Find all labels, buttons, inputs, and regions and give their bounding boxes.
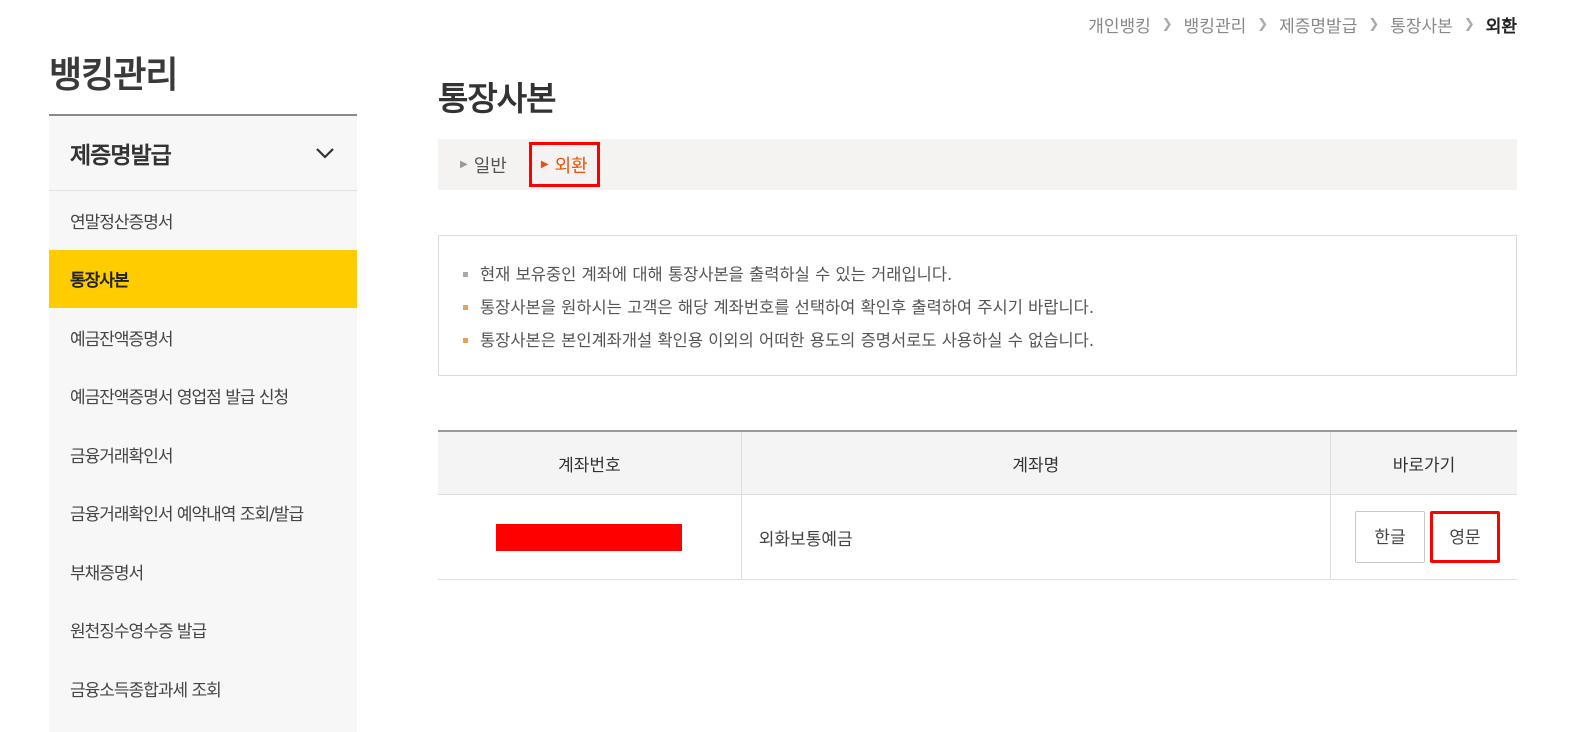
- sidebar-item-withholding-receipt[interactable]: 원천징수영수증 발급: [49, 601, 357, 660]
- column-header-account-name: 계좌명: [740, 431, 1331, 495]
- bullet-icon: [463, 305, 468, 310]
- column-header-shortcut: 바로가기: [1329, 431, 1517, 495]
- redacted-account-number: [496, 523, 683, 551]
- shortcut-cell: 한글 영문: [1329, 494, 1517, 580]
- triangle-right-icon: ▶: [460, 159, 468, 170]
- page-title: 통장사본: [438, 79, 556, 118]
- column-header-account-number: 계좌번호: [438, 431, 742, 495]
- chevron-right-icon: ❯: [1368, 17, 1380, 32]
- breadcrumb-personal-banking[interactable]: 개인뱅킹: [1088, 12, 1151, 37]
- notice-text: 통장사본을 원하시는 고객은 해당 계좌번호를 선택하여 확인후 출력하여 주시…: [480, 298, 1095, 317]
- chevron-right-icon: ❯: [1463, 17, 1475, 32]
- sidebar: 제증명발급 연말정산증명서 통장사본 예금잔액증명서 예금잔액증명서 영업점 발…: [49, 114, 357, 732]
- table-row: 외화보통예금 한글 영문: [438, 494, 1517, 580]
- bullet-icon: [463, 272, 468, 277]
- tab-general[interactable]: ▶ 일반: [454, 142, 513, 187]
- breadcrumb-passbook-copy[interactable]: 통장사본: [1390, 12, 1453, 37]
- tab-bar: ▶ 일반 ▶ 외환: [438, 139, 1517, 190]
- sidebar-item-financial-income-tax[interactable]: 금융소득종합과세 조회: [49, 659, 357, 718]
- chevron-right-icon: ❯: [1257, 17, 1269, 32]
- notice-box: 현재 보유중인 계좌에 대해 통장사본을 출력하실 수 있는 거래입니다. 통장…: [438, 235, 1517, 376]
- notice-line: 통장사본은 본인계좌개설 확인용 이외의 어떠한 용도의 증명서로도 사용하실 …: [463, 324, 1516, 357]
- sidebar-item-year-end-tax[interactable]: 연말정산증명서: [49, 191, 357, 250]
- notice-text: 통장사본은 본인계좌개설 확인용 이외의 어떠한 용도의 증명서로도 사용하실 …: [480, 331, 1095, 350]
- breadcrumb-forex: 외환: [1485, 17, 1517, 37]
- account-number-cell: [438, 494, 742, 580]
- sidebar-item-balance-certificate[interactable]: 예금잔액증명서: [49, 308, 357, 367]
- sidebar-section-certificates[interactable]: 제증명발급: [49, 116, 357, 191]
- english-button[interactable]: 영문: [1430, 511, 1500, 563]
- korean-button[interactable]: 한글: [1355, 511, 1425, 563]
- sidebar-item-balance-branch-request[interactable]: 예금잔액증명서 영업점 발급 신청: [49, 367, 357, 426]
- bullet-icon: [463, 338, 468, 343]
- tab-general-label: 일반: [473, 155, 507, 177]
- chevron-right-icon: ❯: [1161, 17, 1173, 32]
- sidebar-item-transaction-reservation[interactable]: 금융거래확인서 예약내역 조회/발급: [49, 484, 357, 543]
- sidebar-item-passbook-copy[interactable]: 통장사본: [49, 249, 357, 308]
- sidebar-title: 뱅킹관리: [49, 55, 178, 96]
- sidebar-item-debt-certificate[interactable]: 부채증명서: [49, 542, 357, 601]
- table-header-row: 계좌번호 계좌명 바로가기: [438, 431, 1517, 495]
- notice-line: 현재 보유중인 계좌에 대해 통장사본을 출력하실 수 있는 거래입니다.: [463, 258, 1516, 291]
- tab-forex-label: 외환: [554, 155, 588, 177]
- chevron-down-icon: [315, 144, 335, 163]
- sidebar-item-transaction-confirmation[interactable]: 금융거래확인서: [49, 425, 357, 484]
- breadcrumb: 개인뱅킹 ❯ 뱅킹관리 ❯ 제증명발급 ❯ 통장사본 ❯ 외환: [1088, 12, 1517, 37]
- tab-forex[interactable]: ▶ 외환: [528, 142, 600, 187]
- breadcrumb-certificates[interactable]: 제증명발급: [1279, 12, 1357, 37]
- notice-line: 통장사본을 원하시는 고객은 해당 계좌번호를 선택하여 확인후 출력하여 주시…: [463, 291, 1516, 324]
- sidebar-section-label: 제증명발급: [70, 143, 172, 169]
- account-table: 계좌번호 계좌명 바로가기 외화보통예금 한글 영문: [438, 430, 1517, 580]
- triangle-right-icon: ▶: [540, 159, 549, 170]
- notice-text: 현재 보유중인 계좌에 대해 통장사본을 출력하실 수 있는 거래입니다.: [480, 265, 953, 284]
- account-name-cell: 외화보통예금: [740, 494, 1331, 580]
- breadcrumb-banking-management[interactable]: 뱅킹관리: [1184, 12, 1247, 37]
